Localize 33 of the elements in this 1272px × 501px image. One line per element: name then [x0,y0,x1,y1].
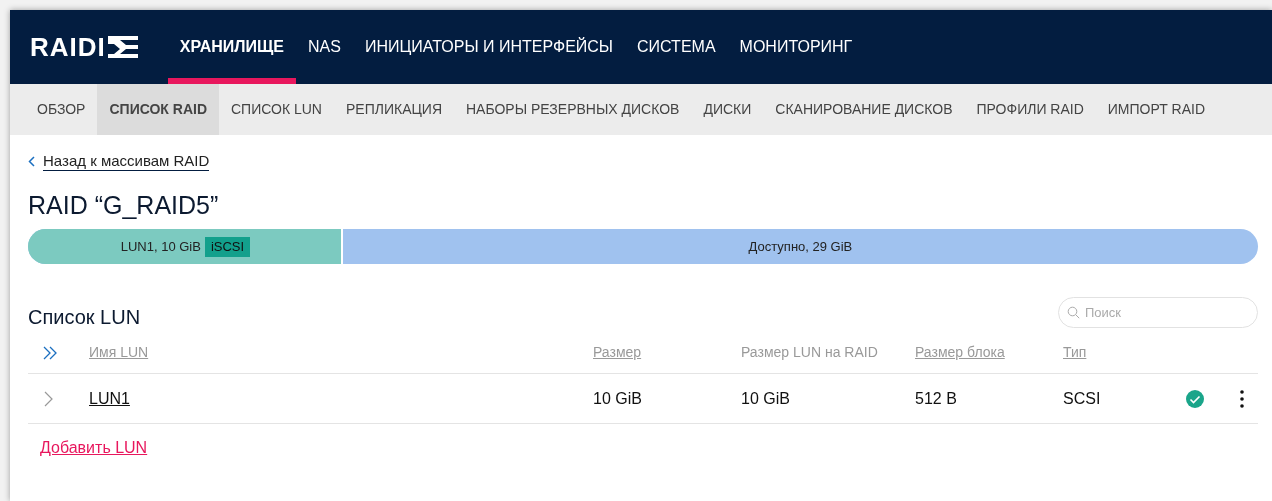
sub-nav-tab[interactable]: СПИСОК LUN [219,84,334,135]
main-nav-tab[interactable]: ИНИЦИАТОРЫ И ИНТЕРФЕЙСЫ [352,10,626,84]
section-title: Список LUN [28,305,141,330]
sub-nav-tab[interactable]: ОБЗОР [25,84,98,135]
table-cell: 512 B [915,389,957,407]
page-title: RAID “G_RAID5” [28,190,220,221]
back-link[interactable]: Назад к массивам RAID [43,151,210,171]
sub-nav-tab[interactable]: СКАНИРОВАНИЕ ДИСКОВ [763,84,965,135]
free-space-label: Доступно, 29 GiB [748,237,853,256]
logo-text: RAIDI [30,30,106,64]
main-nav-tab[interactable]: СИСТЕМА [625,10,728,84]
main-nav-tab[interactable]: NAS [296,10,353,84]
more-options-icon[interactable] [1240,389,1244,408]
search-field[interactable]: Поиск [1058,296,1258,328]
segment-label: LUN1, 10 GiB [120,237,201,256]
sub-nav-tab[interactable]: СПИСОК RAID [97,84,219,135]
search-icon [1067,305,1080,319]
sub-nav-tab[interactable]: ИМПОРТ RAID [1095,84,1218,135]
sub-nav-tab[interactable]: НАБОРЫ РЕЗЕРВНЫХ ДИСКОВ [454,84,692,135]
lun-name-link[interactable]: LUN1 [89,389,130,407]
column-header: Размер LUN на RAID [741,344,878,360]
logo-mark-icon [107,36,138,58]
chevron-right-icon[interactable] [44,390,53,407]
main-nav-tab[interactable]: МОНИТОРИНГ [727,10,865,84]
table-cell: 10 GiB [593,389,642,407]
table-cell: SCSI [1063,389,1101,407]
table-cell: 10 GiB [741,389,790,407]
sub-nav-tab[interactable]: ДИСКИ [691,84,764,135]
expand-all-icon[interactable] [42,344,58,361]
sub-nav-tab[interactable]: ПРОФИЛИ RAID [964,84,1096,135]
sub-nav-tab[interactable]: РЕПЛИКАЦИЯ [334,84,454,135]
chevron-left-icon [28,155,35,167]
add-lun-link[interactable]: Добавить LUN [40,439,148,456]
